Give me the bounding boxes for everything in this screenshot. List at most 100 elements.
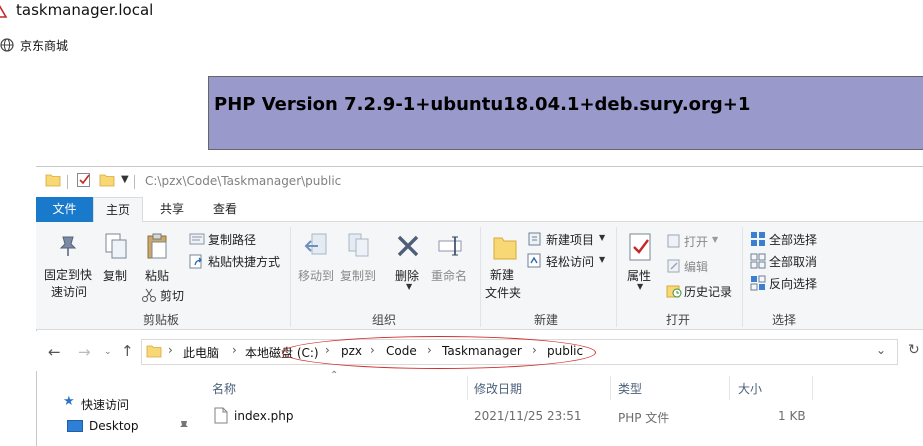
column-header-size[interactable]: 大小 [738, 380, 762, 397]
toolbar-divider [134, 175, 135, 189]
pin-label-line2: 速访问 [51, 285, 88, 299]
forward-arrow-icon[interactable]: → [78, 343, 91, 361]
folder-icon [146, 345, 162, 358]
tab-share[interactable]: 共享 [150, 197, 194, 222]
properties-icon [629, 233, 651, 261]
new-folder-label-line1: 新建 [490, 268, 515, 282]
sidebar-item-desktop[interactable]: Desktop [64, 418, 174, 433]
pin-quick-access-button[interactable]: 固定到快 速访问 [40, 230, 96, 302]
php-file-icon [214, 407, 228, 424]
copy-to-button[interactable]: 复制到 [338, 230, 380, 290]
bookmark-bar [0, 33, 923, 57]
back-arrow-icon[interactable]: ← [48, 343, 61, 361]
edit-button[interactable]: 编辑 [666, 257, 726, 275]
group-label-clipboard: 剪贴板 [143, 313, 180, 327]
pin-icon[interactable] [178, 420, 190, 431]
properties-check-icon[interactable] [76, 172, 92, 188]
folder-icon [45, 174, 61, 187]
copy-path-button[interactable]: 复制路径 [188, 230, 278, 248]
column-divider[interactable] [812, 376, 813, 400]
select-none-label: 全部取消 [769, 255, 818, 269]
copy-button[interactable]: 复制 [98, 230, 134, 290]
group-divider [616, 227, 617, 327]
select-none-button[interactable]: 全部取消 [750, 252, 826, 270]
table-row[interactable]: index.php 2021/11/25 23:51 PHP 文件 1 KB [210, 405, 830, 429]
copy-path-icon [189, 233, 205, 245]
edit-icon [667, 259, 680, 273]
group-label-select: 选择 [772, 313, 797, 327]
tab-file[interactable]: 文件 [36, 197, 93, 222]
history-button[interactable]: 历史记录 [666, 282, 736, 300]
group-divider [480, 227, 481, 327]
file-name: index.php [234, 409, 294, 423]
easy-access-button[interactable]: 轻松访问 ▼ [526, 252, 610, 270]
group-label-open: 打开 [666, 313, 691, 327]
breadcrumb-separator-icon[interactable]: › [232, 343, 237, 357]
column-divider[interactable] [729, 376, 730, 400]
open-button[interactable]: 打开 ▼ [666, 232, 726, 250]
sidebar-item-quick-access[interactable]: ★ 快速访问 [60, 394, 170, 412]
bookmark-item-jd[interactable]: 京东商城 [20, 37, 68, 54]
pin-icon [59, 236, 77, 256]
column-header-modified[interactable]: 修改日期 [474, 380, 522, 397]
sort-chevron-up-icon[interactable]: ⌃ [330, 370, 338, 381]
open-dropdown-icon[interactable]: ▼ [712, 235, 718, 244]
invert-selection-icon [750, 275, 766, 291]
rename-button[interactable]: 重命名 [430, 230, 472, 290]
delete-x-icon [397, 235, 419, 257]
column-header-name[interactable]: 名称 [212, 380, 236, 397]
move-to-button[interactable]: 移动到 [296, 230, 336, 290]
column-header-type[interactable]: 类型 [618, 380, 642, 397]
properties-button[interactable]: 属性 ▼ [622, 230, 660, 302]
column-divider[interactable] [467, 376, 468, 400]
column-divider[interactable] [610, 376, 611, 400]
copy-to-icon [348, 233, 369, 257]
url-text[interactable]: taskmanager.local [16, 1, 153, 19]
new-folder-icon [493, 237, 517, 260]
customize-toolbar-icon[interactable]: ▼ [121, 174, 129, 185]
new-folder-button[interactable]: 新建 文件夹 [484, 230, 526, 302]
warning-icon [0, 5, 7, 18]
star-icon: ★ [63, 394, 75, 409]
tab-home[interactable]: 主页 [93, 197, 143, 223]
new-item-dropdown-icon[interactable]: ▼ [599, 233, 605, 242]
group-label-organize: 组织 [372, 313, 397, 327]
easy-access-dropdown-icon[interactable]: ▼ [599, 255, 605, 264]
file-size: 1 KB [778, 409, 806, 423]
easy-access-label: 轻松访问 [546, 255, 595, 269]
properties-dropdown-icon[interactable]: ▼ [637, 282, 643, 291]
group-divider [742, 227, 743, 327]
paste-button[interactable]: 粘贴 [140, 230, 176, 290]
open-label: 打开 [684, 235, 709, 249]
paste-icon [147, 233, 167, 259]
history-icon [666, 285, 682, 298]
cut-label: 剪切 [160, 289, 185, 303]
paste-shortcut-button[interactable]: 粘贴快捷方式 [188, 252, 288, 270]
desktop-icon [67, 420, 83, 432]
new-folder-icon[interactable] [99, 173, 115, 187]
breadcrumb-this-pc[interactable]: 此电脑 [183, 344, 219, 361]
copy-icon [105, 233, 127, 259]
tab-view[interactable]: 查看 [203, 197, 247, 222]
scissors-icon [142, 288, 156, 302]
refresh-icon[interactable]: ↻ [908, 342, 920, 358]
toolbar-divider [67, 175, 68, 189]
new-item-button[interactable]: 新建项目 ▼ [526, 230, 610, 248]
address-dropdown-icon[interactable]: ⌄ [876, 343, 886, 357]
select-all-button[interactable]: 全部选择 [750, 230, 826, 248]
group-label-new: 新建 [534, 313, 559, 327]
new-item-label: 新建项目 [546, 233, 595, 247]
recent-locations-icon[interactable]: ⌄ [104, 347, 112, 357]
window-path-title: C:\pzx\Code\Taskmanager\public [145, 174, 342, 188]
breadcrumb-separator-icon[interactable]: › [168, 343, 173, 357]
move-to-label: 移动到 [298, 269, 335, 283]
delete-button[interactable]: 删除 ▼ [388, 230, 428, 291]
cut-button[interactable]: 剪切 [140, 286, 200, 304]
select-all-label: 全部选择 [769, 233, 818, 247]
up-arrow-icon[interactable]: ↑ [121, 342, 134, 360]
rename-icon [438, 236, 462, 256]
invert-selection-button[interactable]: 反向选择 [750, 274, 826, 292]
open-icon [667, 234, 680, 248]
delete-dropdown-icon[interactable]: ▼ [406, 282, 412, 291]
pin-label-line1: 固定到快 [44, 268, 93, 282]
